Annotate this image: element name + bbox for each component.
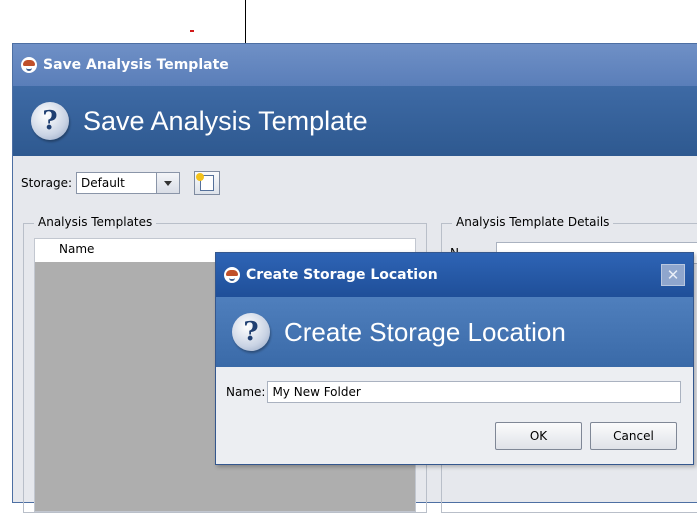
folder-name-input[interactable] [267,381,681,403]
help-icon: ? [31,102,69,140]
chevron-down-icon [164,180,172,186]
dialog-name-label: Name: [226,385,266,399]
app-logo-icon [224,267,240,283]
ok-button[interactable]: OK [495,422,582,450]
storage-row: Storage: Default [21,171,220,195]
close-icon[interactable]: ✕ [661,264,685,286]
app-logo-icon [21,57,37,73]
dialog-name-row: Name: [226,380,681,404]
help-icon: ? [232,313,270,351]
dialog-titlebar[interactable]: Create Storage Location ✕ [216,253,693,297]
dialog-title: Create Storage Location [246,267,438,283]
cancel-button[interactable]: Cancel [590,422,677,450]
analysis-templates-legend: Analysis Templates [34,215,157,229]
storage-dropdown-button[interactable] [156,173,179,193]
window-header: ? Save Analysis Template [13,86,697,156]
dialog-buttons: OK Cancel [487,422,677,450]
callout-marker [190,30,194,32]
column-header-name[interactable]: Name [59,242,94,256]
new-folder-icon [196,173,214,191]
storage-select[interactable]: Default [76,172,180,194]
storage-select-value: Default [81,176,125,190]
window-title: Save Analysis Template [43,57,229,73]
dialog-header-title: Create Storage Location [284,316,566,347]
create-storage-location-dialog: Create Storage Location ✕ ? Create Stora… [215,252,694,465]
analysis-template-details-legend: Analysis Template Details [452,215,614,229]
new-storage-location-button[interactable] [194,171,220,195]
window-titlebar[interactable]: Save Analysis Template [13,44,697,86]
storage-label: Storage: [21,176,72,190]
dialog-header: ? Create Storage Location [216,297,693,367]
header-title: Save Analysis Template [83,105,368,136]
